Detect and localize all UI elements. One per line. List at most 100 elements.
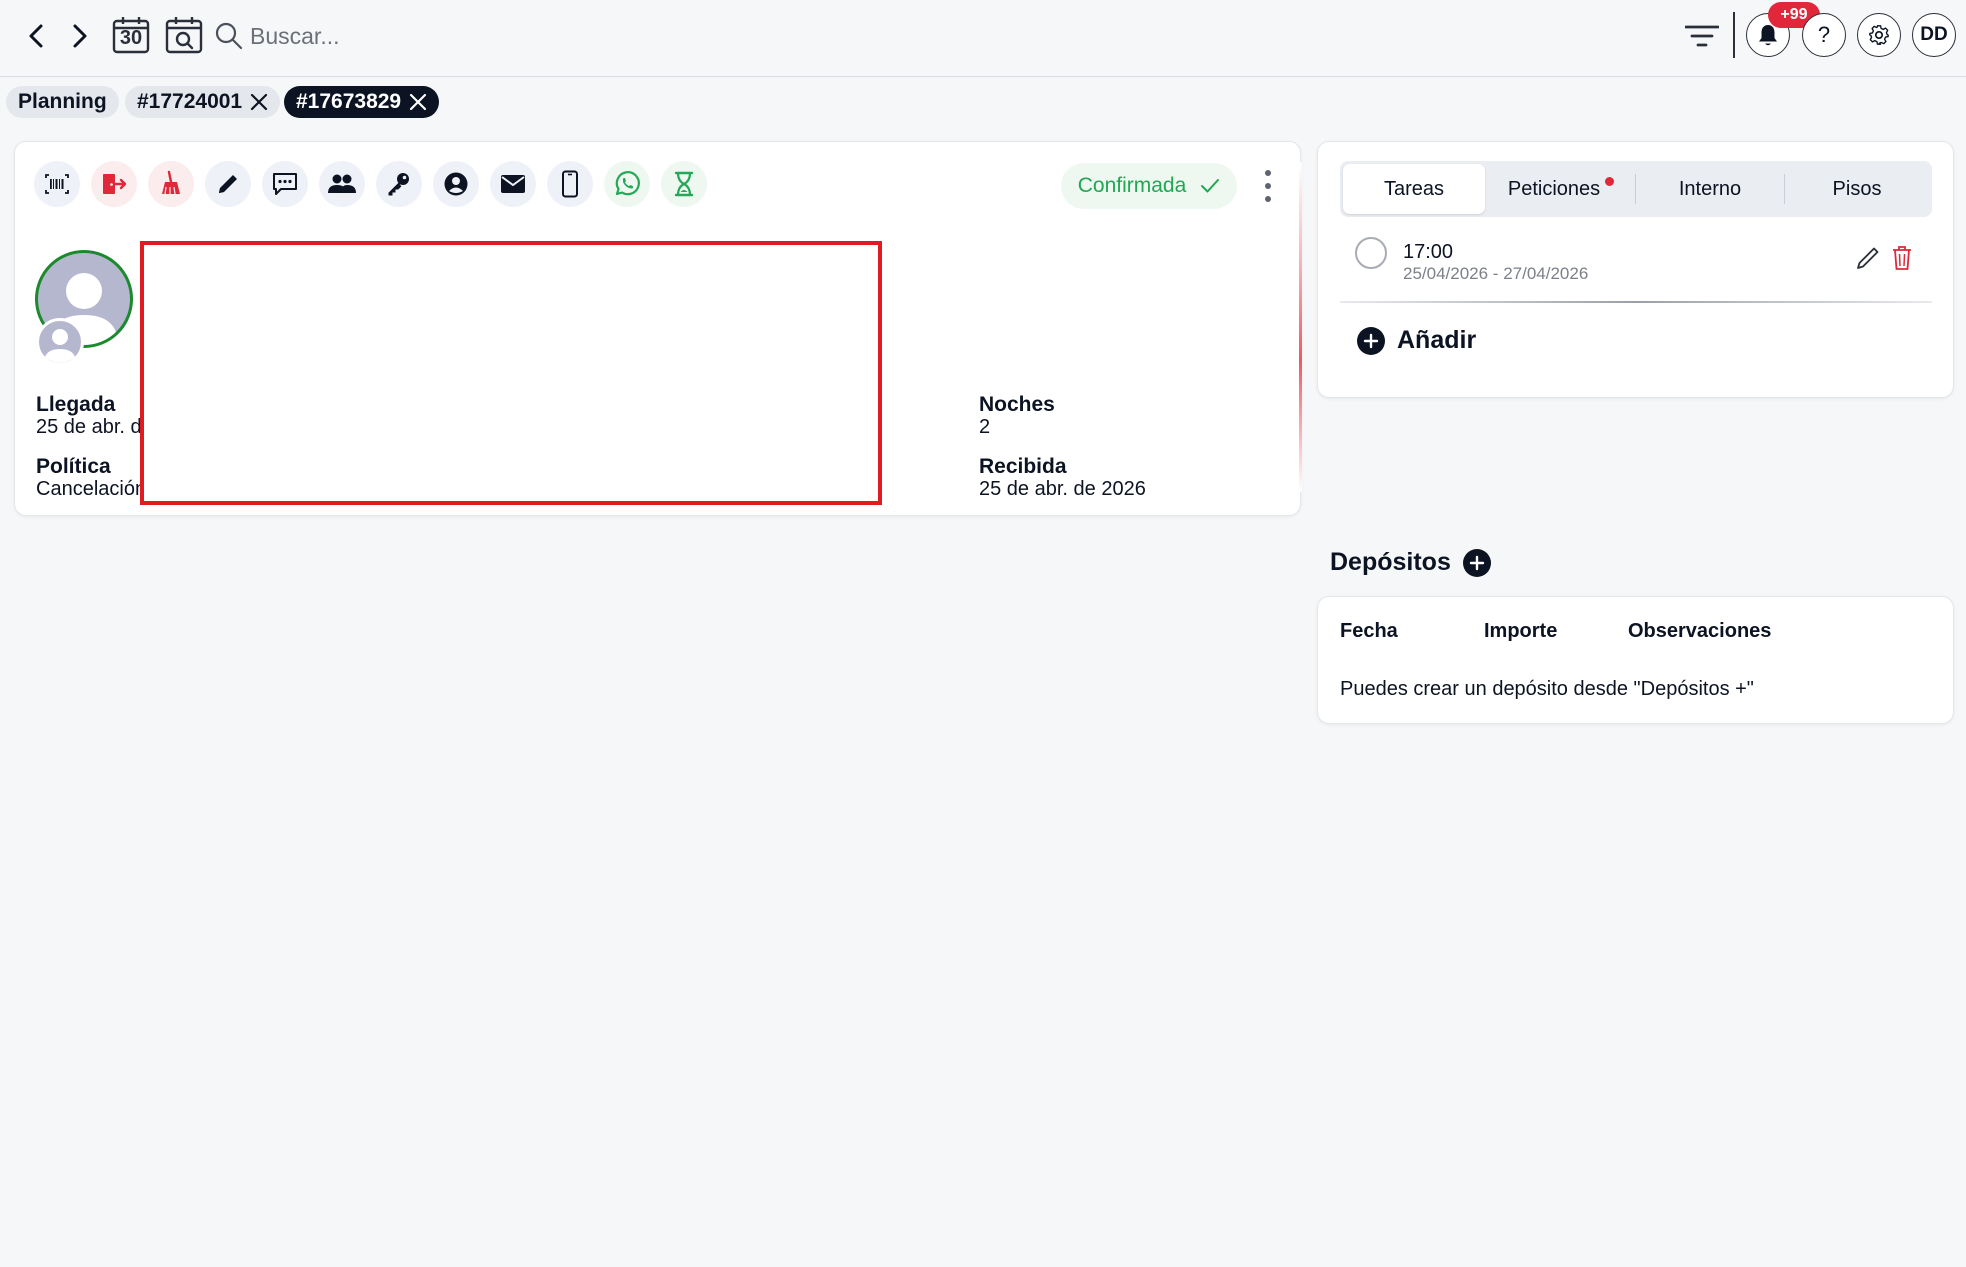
plus-icon — [1469, 555, 1485, 570]
policy-value-wrap: Cancelación — [36, 478, 144, 504]
group-icon — [328, 174, 356, 193]
calendar-day-number: 30 — [119, 27, 143, 49]
tab-label: #17724001 — [137, 90, 243, 113]
tab-peticiones[interactable]: Peticiones — [1487, 164, 1635, 214]
column-header-importe: Importe — [1484, 620, 1558, 642]
delete-task-button[interactable] — [1887, 243, 1917, 273]
calendar-search-button[interactable] — [163, 14, 205, 56]
plus-icon — [1357, 326, 1385, 355]
user-avatar-button[interactable]: DD — [1912, 13, 1956, 57]
tab-label: Peticiones — [1507, 177, 1601, 200]
close-tab-button[interactable] — [250, 93, 268, 111]
barcode-icon — [45, 174, 69, 194]
chat-icon — [273, 173, 297, 195]
pending-timer-button[interactable] — [661, 161, 707, 207]
received-label: Recibida — [979, 455, 1067, 478]
task-time: 17:00 — [1403, 241, 1454, 263]
arrival-value: 25 de abr. d — [36, 416, 142, 438]
tab-planning[interactable]: Planning — [6, 86, 119, 118]
filter-button[interactable] — [1684, 18, 1720, 54]
deposits-table — [1317, 596, 1954, 724]
barcode-button[interactable] — [34, 161, 80, 207]
today-calendar-button[interactable]: 30 — [110, 14, 152, 56]
filter-lines-icon — [1685, 25, 1719, 47]
close-icon — [251, 93, 268, 111]
chevron-right-icon — [73, 24, 87, 48]
email-button[interactable] — [490, 161, 536, 207]
guests-button[interactable] — [319, 161, 365, 207]
column-header-observaciones: Observaciones — [1628, 620, 1772, 642]
check-icon — [1201, 179, 1220, 193]
cleaning-button[interactable] — [148, 161, 194, 207]
key-button[interactable] — [376, 161, 422, 207]
help-question-icon: ? — [1817, 22, 1831, 47]
policy-value: Cancelación — [36, 478, 144, 500]
pencil-icon — [219, 175, 237, 193]
redacted-guest-info — [140, 241, 882, 505]
tab-label: Pisos — [1832, 177, 1882, 200]
hourglass-icon — [674, 171, 694, 197]
checkout-icon — [103, 174, 127, 194]
tab-label: #17673829 — [296, 90, 402, 113]
search-icon — [215, 22, 243, 50]
kebab-dot — [1265, 196, 1271, 202]
search-input[interactable] — [250, 16, 610, 56]
broom-icon — [162, 170, 180, 195]
arrival-label: Llegada — [36, 393, 116, 416]
kebab-dot — [1265, 183, 1271, 189]
reservation-status-badge[interactable]: Confirmada — [1061, 163, 1237, 209]
guest-profile-button[interactable] — [433, 161, 479, 207]
messages-button[interactable] — [262, 161, 308, 207]
nights-value: 2 — [979, 416, 991, 438]
deposits-header: Depósitos — [1330, 548, 1491, 577]
kebab-dot — [1265, 170, 1271, 176]
settings-button[interactable] — [1857, 13, 1901, 57]
task-divider — [1340, 301, 1932, 303]
top-bar: 30 +99 ? — [0, 0, 1966, 77]
trash-icon — [1893, 246, 1911, 270]
checkout-button[interactable] — [91, 161, 137, 207]
more-options-button[interactable] — [1258, 168, 1278, 204]
pencil-icon — [1857, 247, 1879, 269]
user-initials: DD — [1920, 24, 1948, 45]
key-icon — [388, 173, 409, 196]
tab-interno[interactable]: Interno — [1636, 164, 1784, 214]
phone-button[interactable] — [547, 161, 593, 207]
tab-label: Interno — [1678, 177, 1742, 200]
policy-label: Política — [36, 455, 111, 478]
whatsapp-icon — [615, 171, 640, 196]
tab-reservation-17673829[interactable]: #17673829 — [284, 86, 440, 118]
received-value: 25 de abr. de 2026 — [979, 478, 1146, 500]
add-task-button[interactable]: Añadir — [1357, 326, 1476, 355]
mail-icon — [501, 175, 525, 193]
tab-reservation-17724001[interactable]: #17724001 — [125, 86, 281, 118]
calendar-search-icon — [165, 17, 203, 54]
user-circle-icon — [444, 172, 468, 196]
nights-label: Noches — [979, 393, 1055, 416]
deposits-empty-message: Puedes crear un depósito desde "Depósito… — [1340, 678, 1754, 700]
help-button[interactable]: ? — [1802, 13, 1846, 57]
edit-button[interactable] — [205, 161, 251, 207]
card-edge-accent — [1299, 162, 1302, 492]
edit-task-button[interactable] — [1853, 243, 1883, 273]
tab-pisos[interactable]: Pisos — [1785, 164, 1929, 214]
deposits-title: Depósitos — [1330, 548, 1451, 576]
add-deposit-button[interactable] — [1462, 548, 1491, 577]
column-header-fecha: Fecha — [1340, 620, 1398, 642]
back-button[interactable] — [20, 18, 52, 54]
close-icon — [410, 93, 427, 111]
arrival-value-wrap: 25 de abr. d — [36, 416, 144, 442]
task-complete-checkbox[interactable] — [1355, 237, 1387, 269]
tab-tareas[interactable]: Tareas — [1343, 164, 1485, 214]
forward-button[interactable] — [64, 18, 96, 54]
close-tab-button[interactable] — [409, 93, 427, 111]
secondary-guest-avatar[interactable] — [36, 318, 84, 366]
whatsapp-button[interactable] — [604, 161, 650, 207]
chevron-left-icon — [29, 24, 43, 48]
tab-label: Tareas — [1383, 177, 1445, 200]
add-task-label: Añadir — [1397, 326, 1477, 354]
task-dates: 25/04/2026 - 27/04/2026 — [1403, 264, 1589, 283]
gear-icon — [1869, 25, 1889, 45]
tab-planning-label: Planning — [18, 90, 107, 113]
user-silhouette-icon — [44, 329, 76, 363]
